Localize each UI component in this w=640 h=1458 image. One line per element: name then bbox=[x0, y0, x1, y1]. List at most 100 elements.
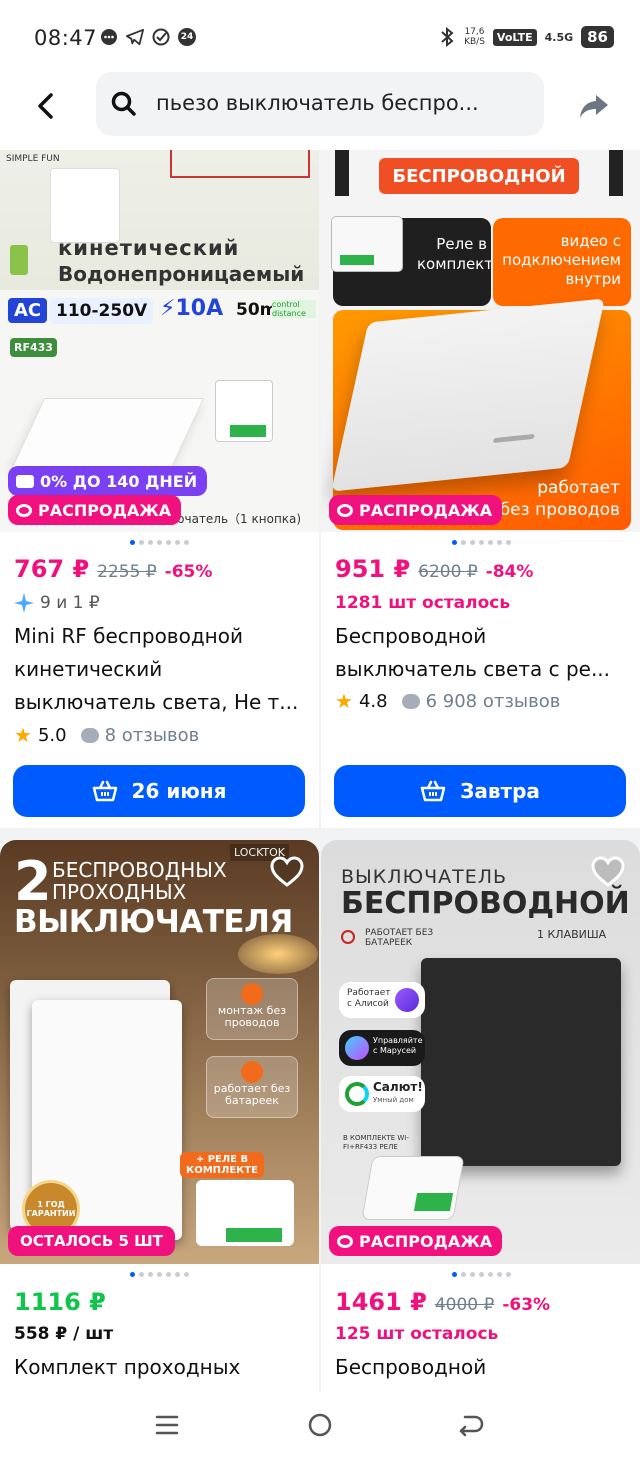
switch-panel-image bbox=[331, 298, 605, 492]
sale-tag: РАСПРОДАЖА bbox=[329, 495, 503, 525]
switch-image bbox=[50, 168, 120, 243]
status-notification-icons: 24 bbox=[100, 28, 196, 46]
image-pagination bbox=[452, 1272, 511, 1277]
alice-icon bbox=[395, 988, 419, 1012]
product-title[interactable]: Беспроводной выключатель света с ре... bbox=[335, 620, 627, 686]
marusya-icon bbox=[345, 1036, 369, 1060]
system-nav-bar bbox=[0, 1392, 640, 1458]
share-icon bbox=[580, 95, 608, 118]
status-time: 08:47 bbox=[34, 26, 98, 50]
stock-left: 1281 шт осталось bbox=[335, 593, 511, 613]
product-image-3[interactable]: LOCKTOK 2 БЕСПРОВОДНЫХ ПРОХОДНЫХ ВЫКЛЮЧА… bbox=[0, 840, 319, 1264]
sale-ring-icon bbox=[337, 503, 353, 517]
product-card-4[interactable]: ВЫКЛЮЧАТЕЛЬ БЕСПРОВОДНОЙ 1 КЛАВИША РАБОТ… bbox=[321, 840, 640, 1392]
old-price: 4000 ₽ bbox=[434, 1295, 495, 1315]
product-card-1[interactable]: SIMPLE FUN кинетический Водонепроницаемы… bbox=[0, 150, 319, 828]
sale-tag: РАСПРОДАЖА bbox=[8, 495, 182, 525]
add-to-cart-button[interactable]: Завтра bbox=[334, 765, 626, 817]
signal-icon: 4.5G bbox=[544, 30, 574, 44]
current-rating: ⚡10A bbox=[160, 296, 224, 321]
star-icon: ★ bbox=[14, 723, 32, 747]
unit-price: 558 ₽ / шт bbox=[14, 1324, 114, 1344]
bluetooth-icon bbox=[438, 27, 456, 47]
product-title[interactable]: Комплект проходных bbox=[14, 1351, 306, 1384]
reviews-count: 6 908 отзывов bbox=[425, 690, 561, 712]
comment-icon bbox=[80, 727, 99, 743]
price-row: 1116 ₽ bbox=[14, 1288, 106, 1316]
price-row: 951 ₽ 6200 ₽ -84% bbox=[335, 555, 533, 583]
back-button[interactable] bbox=[26, 86, 66, 126]
sale-ring-icon bbox=[337, 1234, 353, 1248]
current-price: 767 ₽ bbox=[14, 555, 90, 583]
sparkle-icon bbox=[14, 593, 34, 613]
battery-crossed-icon bbox=[10, 245, 28, 275]
sale-tag: РАСПРОДАЖА bbox=[329, 1226, 503, 1256]
discount: -65% bbox=[164, 562, 213, 582]
cart-icon bbox=[92, 780, 117, 802]
switch-panel-image bbox=[11, 398, 205, 468]
check-circle-icon bbox=[152, 28, 170, 46]
back-arrow-icon bbox=[459, 1415, 484, 1437]
battery-off-icon bbox=[241, 1061, 263, 1083]
rating-row: ★ 5.0 8 отзывов bbox=[14, 723, 199, 747]
image-pagination bbox=[452, 540, 511, 545]
product-card-3[interactable]: LOCKTOK 2 БЕСПРОВОДНЫХ ПРОХОДНЫХ ВЫКЛЮЧА… bbox=[0, 840, 319, 1392]
stock-left: 125 шт осталось bbox=[335, 1324, 499, 1344]
favorite-heart-icon[interactable] bbox=[591, 856, 625, 888]
home-circle-icon bbox=[308, 1413, 332, 1437]
discount: -84% bbox=[485, 562, 534, 582]
old-price: 2255 ₽ bbox=[97, 562, 157, 582]
status-system-icons: 17,6 KB/S VoLTE 4.5G 86 bbox=[438, 26, 614, 48]
favorite-heart-icon[interactable] bbox=[270, 856, 304, 888]
current-price: 1461 ₽ bbox=[335, 1288, 427, 1316]
badge-24-icon: 24 bbox=[178, 28, 196, 46]
discount: -63% bbox=[502, 1295, 551, 1315]
no-battery-icon bbox=[341, 930, 355, 944]
relay-image bbox=[361, 1156, 465, 1220]
search-input[interactable]: пьезо выключатель беспро... bbox=[96, 72, 544, 136]
rating-value: 5.0 bbox=[37, 724, 67, 746]
price-row: 767 ₽ 2255 ₽ -65% bbox=[14, 555, 212, 583]
arrow-left-icon bbox=[38, 93, 53, 119]
back-nav-button[interactable] bbox=[456, 1410, 486, 1440]
product-card-2[interactable]: БЕСПРОВОДНОЙ Реле в комплекте видео с по… bbox=[321, 150, 640, 828]
installment-line: 9 и 1 ₽ bbox=[14, 593, 100, 613]
lamp-glow bbox=[238, 934, 318, 974]
chat-icon bbox=[100, 28, 118, 46]
rating-row: ★ 4.8 6 908 отзывов bbox=[335, 689, 560, 713]
menu-icon bbox=[155, 1415, 179, 1435]
sale-ring-icon bbox=[16, 503, 32, 517]
product-image-2[interactable]: БЕСПРОВОДНОЙ Реле в комплекте видео с по… bbox=[321, 150, 640, 532]
price-row: 1461 ₽ 4000 ₽ -63% bbox=[335, 1288, 550, 1316]
old-price: 6200 ₽ bbox=[418, 562, 478, 582]
current-price: 951 ₽ bbox=[335, 555, 411, 583]
relay-image bbox=[331, 216, 403, 272]
black-switch-panel bbox=[421, 958, 621, 1166]
recent-apps-button[interactable] bbox=[152, 1410, 182, 1440]
add-to-cart-button[interactable]: 26 июня bbox=[13, 765, 305, 817]
volte-badge: VoLTE bbox=[492, 28, 537, 46]
home-button[interactable] bbox=[305, 1410, 335, 1440]
salut-icon bbox=[345, 1082, 369, 1106]
installment-tag: 0% ДО 140 ДНЕЙ bbox=[8, 466, 208, 496]
comment-icon bbox=[401, 693, 420, 709]
image-pagination bbox=[130, 540, 189, 545]
search-query: пьезо выключатель беспро... bbox=[156, 91, 479, 115]
relay-image bbox=[215, 380, 273, 442]
product-image-4[interactable]: ВЫКЛЮЧАТЕЛЬ БЕСПРОВОДНОЙ 1 КЛАВИША РАБОТ… bbox=[321, 840, 640, 1264]
search-icon bbox=[111, 91, 136, 116]
share-button[interactable] bbox=[574, 86, 614, 126]
battery-icon: 86 bbox=[581, 26, 614, 48]
product-title[interactable]: Беспроводной bbox=[335, 1351, 627, 1384]
telegram-icon bbox=[126, 28, 144, 46]
cart-icon bbox=[420, 780, 446, 802]
status-bar: 08:47 24 17,6 KB/S VoLTE 4.5G 86 bbox=[0, 0, 640, 70]
current-price: 1116 ₽ bbox=[14, 1288, 106, 1316]
image-brand: SIMPLE FUN bbox=[6, 154, 60, 164]
card-icon bbox=[16, 474, 34, 488]
relay-image bbox=[196, 1180, 294, 1246]
network-speed: 17,6 KB/S bbox=[464, 27, 485, 47]
rating-value: 4.8 bbox=[358, 690, 388, 712]
product-title[interactable]: Mini RF беспроводной кинетический выключ… bbox=[14, 620, 306, 719]
gear-icon bbox=[241, 983, 263, 1005]
